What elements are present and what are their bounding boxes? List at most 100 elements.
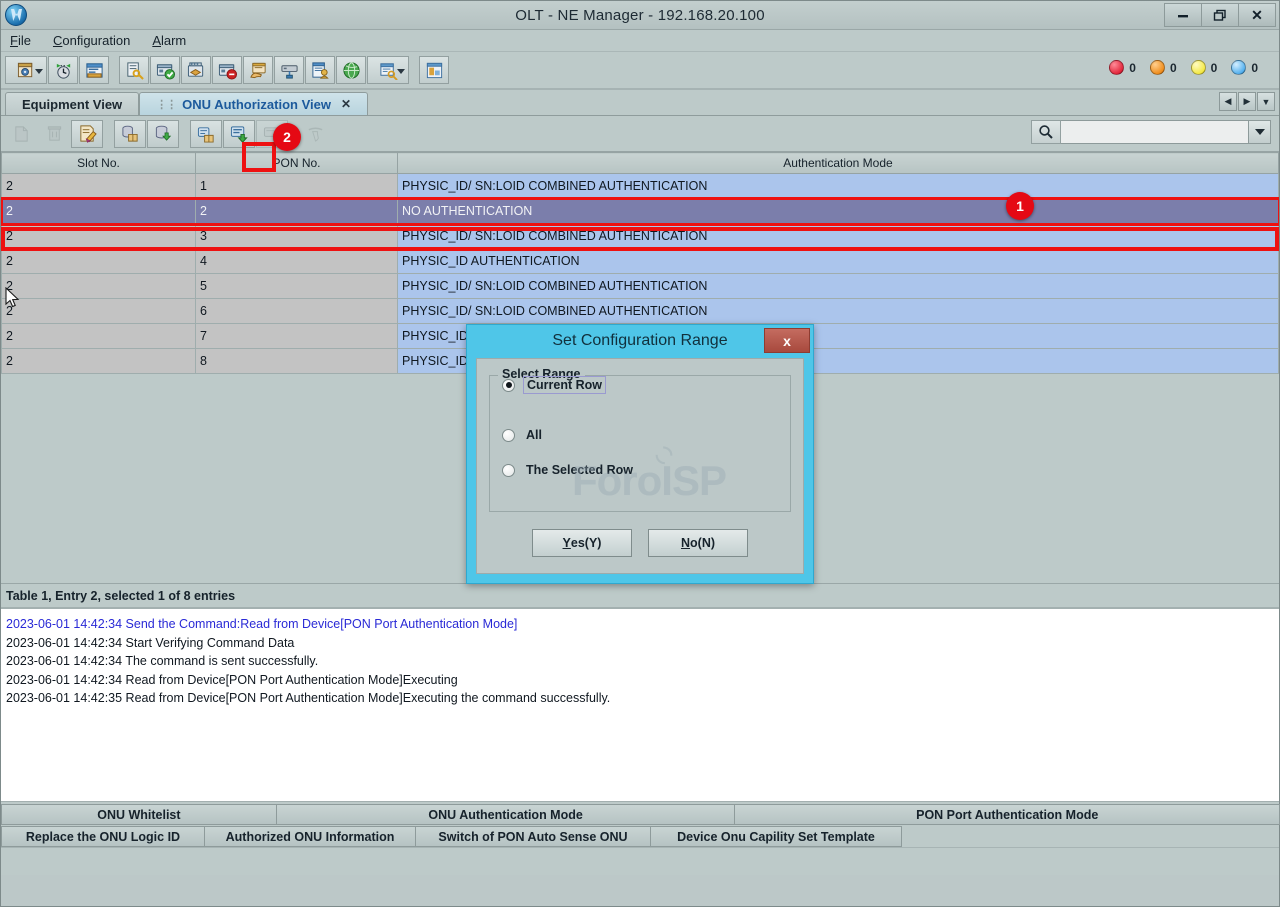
menu-configuration[interactable]: Configuration — [50, 32, 133, 49]
bottom-tab-authorized-onu-information[interactable]: Authorized ONU Information — [204, 826, 416, 847]
chevron-down-icon — [1255, 129, 1265, 135]
menu-file[interactable]: File — [7, 32, 34, 49]
tab-equipment-view[interactable]: Equipment View — [5, 92, 139, 115]
minimize-button[interactable] — [1164, 3, 1202, 27]
menu-file-label: ile — [18, 33, 31, 48]
cell-slot: 2 — [2, 249, 196, 274]
read-table-button[interactable] — [114, 120, 146, 148]
cell-pon: 6 — [196, 299, 398, 324]
bottom-tab-switch-of-pon-auto-sense-onu[interactable]: Switch of PON Auto Sense ONU — [415, 826, 651, 847]
network-card-button[interactable] — [181, 56, 211, 84]
device-button[interactable] — [274, 56, 304, 84]
alarm-indicators: 0 0 0 0 — [1109, 60, 1267, 75]
title-bar: OLT - NE Manager - 192.168.20.100 ✕ — [1, 1, 1279, 30]
globe-button[interactable] — [336, 56, 366, 84]
tab-close-icon[interactable]: ✕ — [341, 97, 351, 111]
search-icon[interactable] — [1031, 120, 1061, 144]
the-selected-row-radio[interactable] — [502, 464, 515, 477]
dialog-no-button[interactable]: No(N) — [648, 529, 748, 557]
alarm-dot-critical — [1109, 60, 1124, 75]
window-controls: ✕ — [1165, 3, 1276, 27]
dialog-yes-button[interactable]: Yes(Y) — [532, 529, 632, 557]
bottom-tab-replace-onu-logic-id[interactable]: Replace the ONU Logic ID — [1, 826, 205, 847]
bottom-tab-onu-authentication-mode[interactable]: ONU Authentication Mode — [276, 804, 736, 825]
tab-onu-authorization-view[interactable]: ⋮⋮ ONU Authorization View ✕ — [139, 92, 368, 115]
no-label-rest: o(N) — [690, 536, 715, 550]
maximize-restore-button[interactable] — [1201, 3, 1239, 27]
panel-button[interactable] — [419, 56, 449, 84]
authorization-button[interactable] — [119, 56, 149, 84]
add-card-button[interactable] — [150, 56, 180, 84]
bottom-tab-row-1: ONU Whitelist ONU Authentication Mode PO… — [1, 803, 1279, 825]
selected-row-radio-row[interactable]: The Selected Row — [502, 462, 636, 478]
window-title: OLT - NE Manager - 192.168.20.100 — [1, 7, 1279, 24]
dialog-close-button[interactable]: x — [764, 328, 810, 353]
search-area — [1031, 120, 1271, 144]
card-hand-button[interactable] — [243, 56, 273, 84]
the-selected-row-radio-label: The Selected Row — [523, 462, 636, 478]
tab-list-button[interactable]: ▼ — [1257, 92, 1275, 111]
timing-button[interactable] — [48, 56, 78, 84]
menu-alarm[interactable]: Alarm — [149, 32, 189, 49]
column-header-slot[interactable]: Slot No. — [2, 153, 196, 174]
bottom-tab-row-2: Replace the ONU Logic ID Authorized ONU … — [1, 825, 1279, 847]
column-header-auth[interactable]: Authentication Mode — [398, 153, 1279, 174]
write-table-button[interactable] — [147, 120, 179, 148]
current-row-radio-row[interactable]: Current Row — [502, 376, 606, 394]
close-button[interactable]: ✕ — [1238, 3, 1276, 27]
write-row-button[interactable] — [223, 120, 255, 148]
column-header-pon[interactable]: PON No. — [196, 153, 398, 174]
add-entry-button[interactable] — [5, 120, 37, 148]
dialog-title-bar: Set Configuration Range x — [467, 325, 813, 356]
edit-entry-button[interactable] — [71, 120, 103, 148]
log-line: 2023-06-01 14:42:34 Read from Device[PON… — [6, 671, 1279, 690]
user-list-button[interactable] — [305, 56, 335, 84]
current-row-radio[interactable] — [502, 379, 515, 392]
delete-card-button[interactable] — [212, 56, 242, 84]
read-row-button[interactable] — [190, 120, 222, 148]
refresh-button[interactable] — [299, 120, 331, 148]
alarm-count-minor: 0 — [1211, 61, 1218, 75]
dialog-title: Set Configuration Range — [552, 332, 727, 350]
chevron-down-icon — [397, 69, 405, 74]
onu-list-button[interactable] — [79, 56, 109, 84]
tab-equipment-view-label: Equipment View — [22, 97, 122, 112]
cell-auth: NO AUTHENTICATION — [398, 199, 1279, 224]
dialog-buttons: Yes(Y) No(N) — [477, 529, 803, 557]
tab-scroll-right-button[interactable]: ▶ — [1238, 92, 1256, 111]
device-manager-button[interactable] — [5, 56, 47, 84]
tab-scroll-left-button[interactable]: ◀ — [1219, 92, 1237, 111]
table-row[interactable]: 2 4 PHYSIC_ID AUTHENTICATION — [2, 249, 1279, 274]
search-input[interactable] — [1061, 120, 1249, 144]
table-row[interactable]: 2 1 PHYSIC_ID/ SN:LOID COMBINED AUTHENTI… — [2, 174, 1279, 199]
table-row[interactable]: 2 5 PHYSIC_ID/ SN:LOID COMBINED AUTHENTI… — [2, 274, 1279, 299]
search-dropdown-button[interactable] — [1249, 120, 1271, 144]
alarm-dot-major — [1150, 60, 1165, 75]
delete-entry-button[interactable] — [38, 120, 70, 148]
table-header-row: Slot No. PON No. Authentication Mode — [2, 153, 1279, 174]
yes-label-rest: es(Y) — [571, 536, 602, 550]
report-button[interactable] — [367, 56, 409, 84]
table-row[interactable]: 2 6 PHYSIC_ID/ SN:LOID COMBINED AUTHENTI… — [2, 299, 1279, 324]
toolbar-group-1 — [5, 56, 109, 84]
bottom-tab-onu-whitelist[interactable]: ONU Whitelist — [1, 804, 277, 825]
selected-table-row[interactable]: 2 2 NO AUTHENTICATION — [2, 199, 1279, 224]
cell-slot: 2 — [2, 349, 196, 374]
menu-alarm-label: larm — [161, 33, 186, 48]
all-radio-row[interactable]: All — [502, 427, 545, 443]
cell-slot: 2 — [2, 324, 196, 349]
bottom-tab-pon-port-authentication-mode[interactable]: PON Port Authentication Mode — [734, 804, 1280, 825]
select-range-group: Select Range All The Selected Row Curren… — [489, 375, 791, 512]
view-tab-bar: Equipment View ⋮⋮ ONU Authorization View… — [1, 90, 1279, 116]
all-radio[interactable] — [502, 429, 515, 442]
cell-auth: PHYSIC_ID/ SN:LOID COMBINED AUTHENTICATI… — [398, 224, 1279, 249]
log-output-area[interactable]: 2023-06-01 14:42:34 Send the Command:Rea… — [1, 609, 1279, 802]
table-row[interactable]: 2 3 PHYSIC_ID/ SN:LOID COMBINED AUTHENTI… — [2, 224, 1279, 249]
bottom-tab-device-onu-capility-set-template[interactable]: Device Onu Capility Set Template — [650, 826, 902, 847]
alarm-count-critical: 0 — [1129, 61, 1136, 75]
current-row-radio-label: Current Row — [523, 376, 606, 394]
cell-pon: 4 — [196, 249, 398, 274]
cell-slot: 2 — [2, 174, 196, 199]
table-toolbar — [1, 116, 1279, 152]
menu-bar: File Configuration Alarm — [1, 30, 1279, 52]
